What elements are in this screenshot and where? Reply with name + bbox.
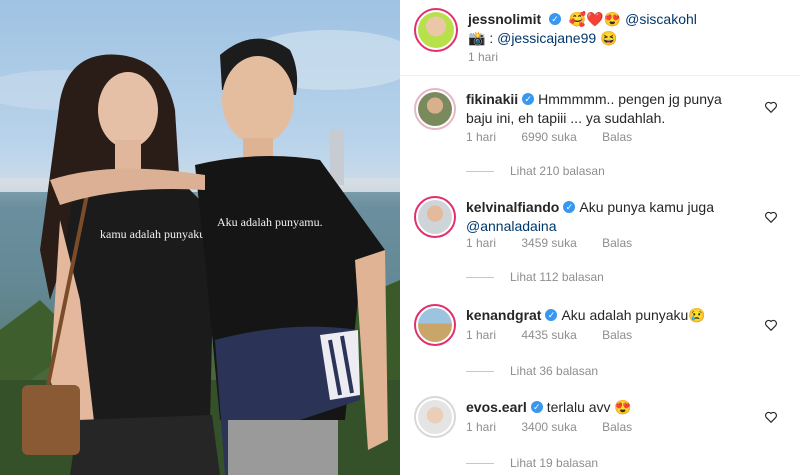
comment-text: kelvinalfiando ✓ Aku punya kamu juga @anna… xyxy=(466,198,766,236)
comment-time[interactable]: 1 hari xyxy=(466,236,496,250)
reply-button[interactable]: Balas xyxy=(602,130,632,144)
post-photo-illustration: kamu adalah punyaku Aku adalah punyamu. xyxy=(0,30,400,475)
comment-username[interactable]: fikinakii xyxy=(466,91,518,107)
comment-meta: 1 hari 3459 suka Balas xyxy=(466,236,632,250)
view-replies-link[interactable]: Lihat 210 balasan xyxy=(466,164,605,178)
comment-username[interactable]: kenandgrat xyxy=(466,307,541,323)
author-avatar[interactable] xyxy=(414,8,458,52)
comment-meta: 1 hari 3400 suka Balas xyxy=(466,420,632,434)
reply-button[interactable]: Balas xyxy=(602,420,632,434)
view-replies-link[interactable]: Lihat 36 balasan xyxy=(466,364,598,378)
comment-likes[interactable]: 4435 suka xyxy=(521,328,576,342)
replies-divider xyxy=(466,171,494,173)
like-heart-icon[interactable] xyxy=(764,410,778,424)
shirt-left-text: kamu adalah punyaku xyxy=(100,227,205,241)
comment-mention[interactable]: @annaladaina xyxy=(466,218,557,234)
view-replies-link[interactable]: Lihat 112 balasan xyxy=(466,270,604,284)
reply-button[interactable]: Balas xyxy=(602,328,632,342)
like-heart-icon[interactable] xyxy=(764,100,778,114)
verified-icon: ✓ xyxy=(563,201,576,214)
commenter-avatar[interactable] xyxy=(414,196,456,238)
like-heart-icon[interactable] xyxy=(764,210,778,224)
comment-time[interactable]: 1 hari xyxy=(466,130,496,144)
verified-icon: ✓ xyxy=(522,93,535,106)
replies-divider xyxy=(466,463,494,465)
comment-likes[interactable]: 3400 suka xyxy=(521,420,576,434)
post-time[interactable]: 1 hari xyxy=(468,50,498,64)
comment-meta: 1 hari 6990 suka Balas xyxy=(466,130,632,144)
verified-icon: ✓ xyxy=(549,13,562,26)
comment-body-line1: terlalu avv 😍 xyxy=(546,399,632,415)
caption-end-emoji: 😆 xyxy=(600,30,618,46)
replies-divider xyxy=(466,371,494,373)
commenter-avatar[interactable] xyxy=(414,396,456,438)
comment-meta: 1 hari 4435 suka Balas xyxy=(466,328,632,342)
view-replies-label: Lihat 112 balasan xyxy=(510,270,604,284)
comment-body-line1: Aku adalah punyaku😢 xyxy=(561,307,706,323)
view-replies-link[interactable]: Lihat 19 balasan xyxy=(466,456,598,470)
caption-mention-jessicajane99[interactable]: @jessicajane99 xyxy=(497,30,596,46)
comment-likes[interactable]: 3459 suka xyxy=(521,236,576,250)
comments-panel: jessnolimit ✓ 🥰❤️😍 @siscakohl 📸 : @jessi… xyxy=(400,0,800,475)
caption-text: jessnolimit ✓ 🥰❤️😍 @siscakohl 📸 : @jessi… xyxy=(468,10,788,48)
commenter-avatar[interactable] xyxy=(414,304,456,346)
view-replies-label: Lihat 36 balasan xyxy=(510,364,599,378)
comment-text: evos.earl ✓ terlalu avv 😍 xyxy=(466,398,766,417)
comment-time[interactable]: 1 hari xyxy=(466,328,496,342)
commenter-avatar[interactable] xyxy=(414,88,456,130)
comment-likes[interactable]: 6990 suka xyxy=(521,130,576,144)
shirt-right-text: Aku adalah punyamu. xyxy=(217,215,323,229)
like-heart-icon[interactable] xyxy=(764,318,778,332)
comment-time[interactable]: 1 hari xyxy=(466,420,496,434)
caption-mention-siscakohl[interactable]: @siscakohl xyxy=(625,11,697,27)
reply-button[interactable]: Balas xyxy=(602,236,632,250)
verified-icon: ✓ xyxy=(530,401,543,414)
verified-icon: ✓ xyxy=(545,309,558,322)
post-caption-section: jessnolimit ✓ 🥰❤️😍 @siscakohl 📸 : @jessi… xyxy=(400,0,800,76)
post-photo[interactable]: kamu adalah punyaku Aku adalah punyamu. xyxy=(0,0,400,475)
camera-icon: 📸 : xyxy=(468,30,494,46)
view-replies-label: Lihat 19 balasan xyxy=(510,456,599,470)
comment-text: kenandgrat ✓ Aku adalah punyaku😢 xyxy=(466,306,766,325)
replies-divider xyxy=(466,277,494,279)
comment-text: fikinakii ✓ Hmmmmm.. pengen jg punya baju … xyxy=(466,90,766,128)
comment-username[interactable]: kelvinalfiando xyxy=(466,199,559,215)
comment-username[interactable]: evos.earl xyxy=(466,399,527,415)
author-username[interactable]: jessnolimit xyxy=(468,11,541,27)
view-replies-label: Lihat 210 balasan xyxy=(510,164,605,178)
comment-body-line2: baju ini, eh tapiii ... ya sudahlah. xyxy=(466,110,666,126)
comment-body-line1: Aku punya kamu juga xyxy=(579,199,714,215)
comment-body-line1: Hmmmmm.. pengen jg punya xyxy=(538,91,722,107)
caption-emojis: 🥰❤️😍 xyxy=(568,11,622,27)
